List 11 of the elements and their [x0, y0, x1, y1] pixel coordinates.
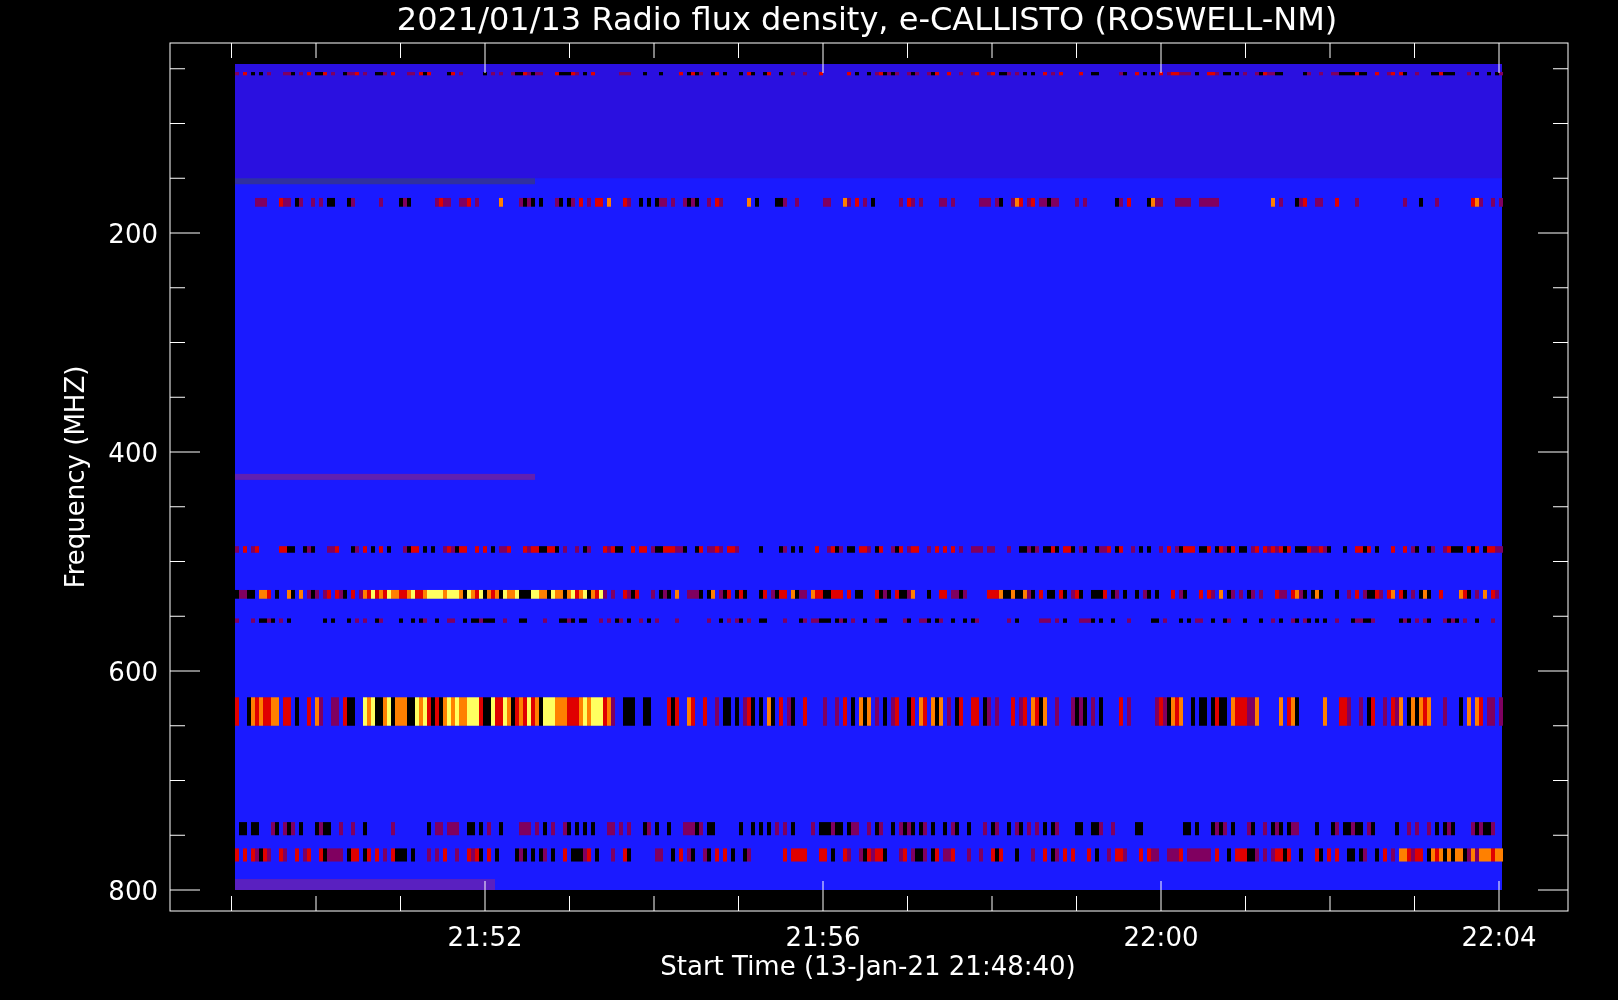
x-tick-label: 22:00: [1123, 922, 1199, 952]
x-tick-label: 22:04: [1461, 922, 1537, 952]
y-axis-label: Frequency (MHZ): [60, 365, 90, 589]
plot-title: 2021/01/13 Radio flux density, e-CALLISTO (ROSWELL-NM): [396, 0, 1338, 38]
x-tick-label: 21:52: [447, 922, 523, 952]
x-tick-label: 21:56: [785, 922, 861, 952]
y-tick-label: 600: [108, 657, 158, 687]
x-axis-label: Start Time (13-Jan-21 21:48:40): [660, 951, 1076, 981]
y-tick-label: 800: [108, 876, 158, 906]
y-tick-label: 400: [108, 438, 158, 468]
y-tick-label: 200: [108, 219, 158, 249]
